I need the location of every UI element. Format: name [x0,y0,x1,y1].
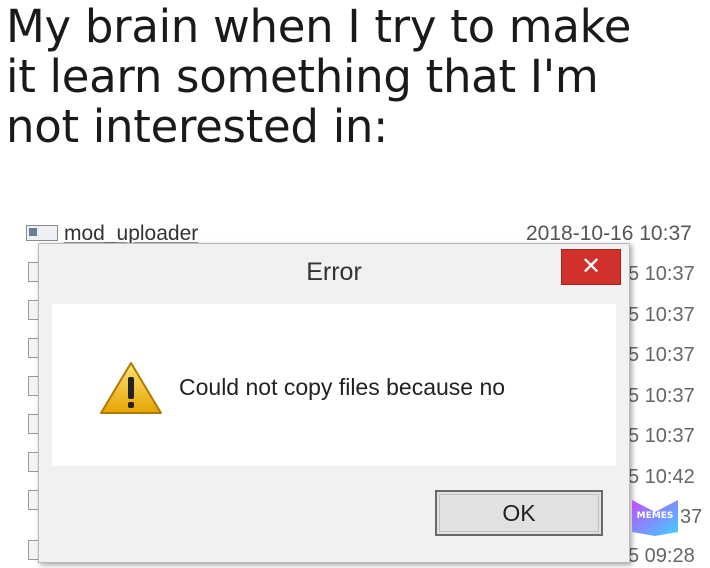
file-time: 5 10:37 [628,385,695,407]
dialog-body: Could not copy files because no [52,304,616,466]
meme-caption: My brain when I try to make it learn som… [6,2,706,152]
file-icon [26,225,58,241]
close-icon: ✕ [580,252,602,280]
close-button[interactable]: ✕ [561,249,621,285]
ok-button[interactable]: OK [435,490,603,536]
file-time: 5 09:28 [628,545,695,567]
file-time: 5 10:37 [628,263,695,285]
caption-line-2: it learn something that I'm [6,50,599,103]
caption-line-1: My brain when I try to make [6,0,632,53]
dialog-title: Error [306,258,362,286]
error-dialog: Error ✕ Could not copy files because no … [38,243,630,563]
file-time: 5 10:37 [628,425,695,447]
caption-line-3: not interested in: [6,100,388,153]
file-time: 5 10:37 [628,344,695,366]
warning-icon [100,362,162,414]
file-time: 5 10:37 [628,304,695,326]
error-message: Could not copy files because no [179,374,506,400]
watermark-text: MEMES [636,511,674,521]
file-time: 5 10:42 [628,466,695,488]
file-time: 37 [680,506,703,528]
